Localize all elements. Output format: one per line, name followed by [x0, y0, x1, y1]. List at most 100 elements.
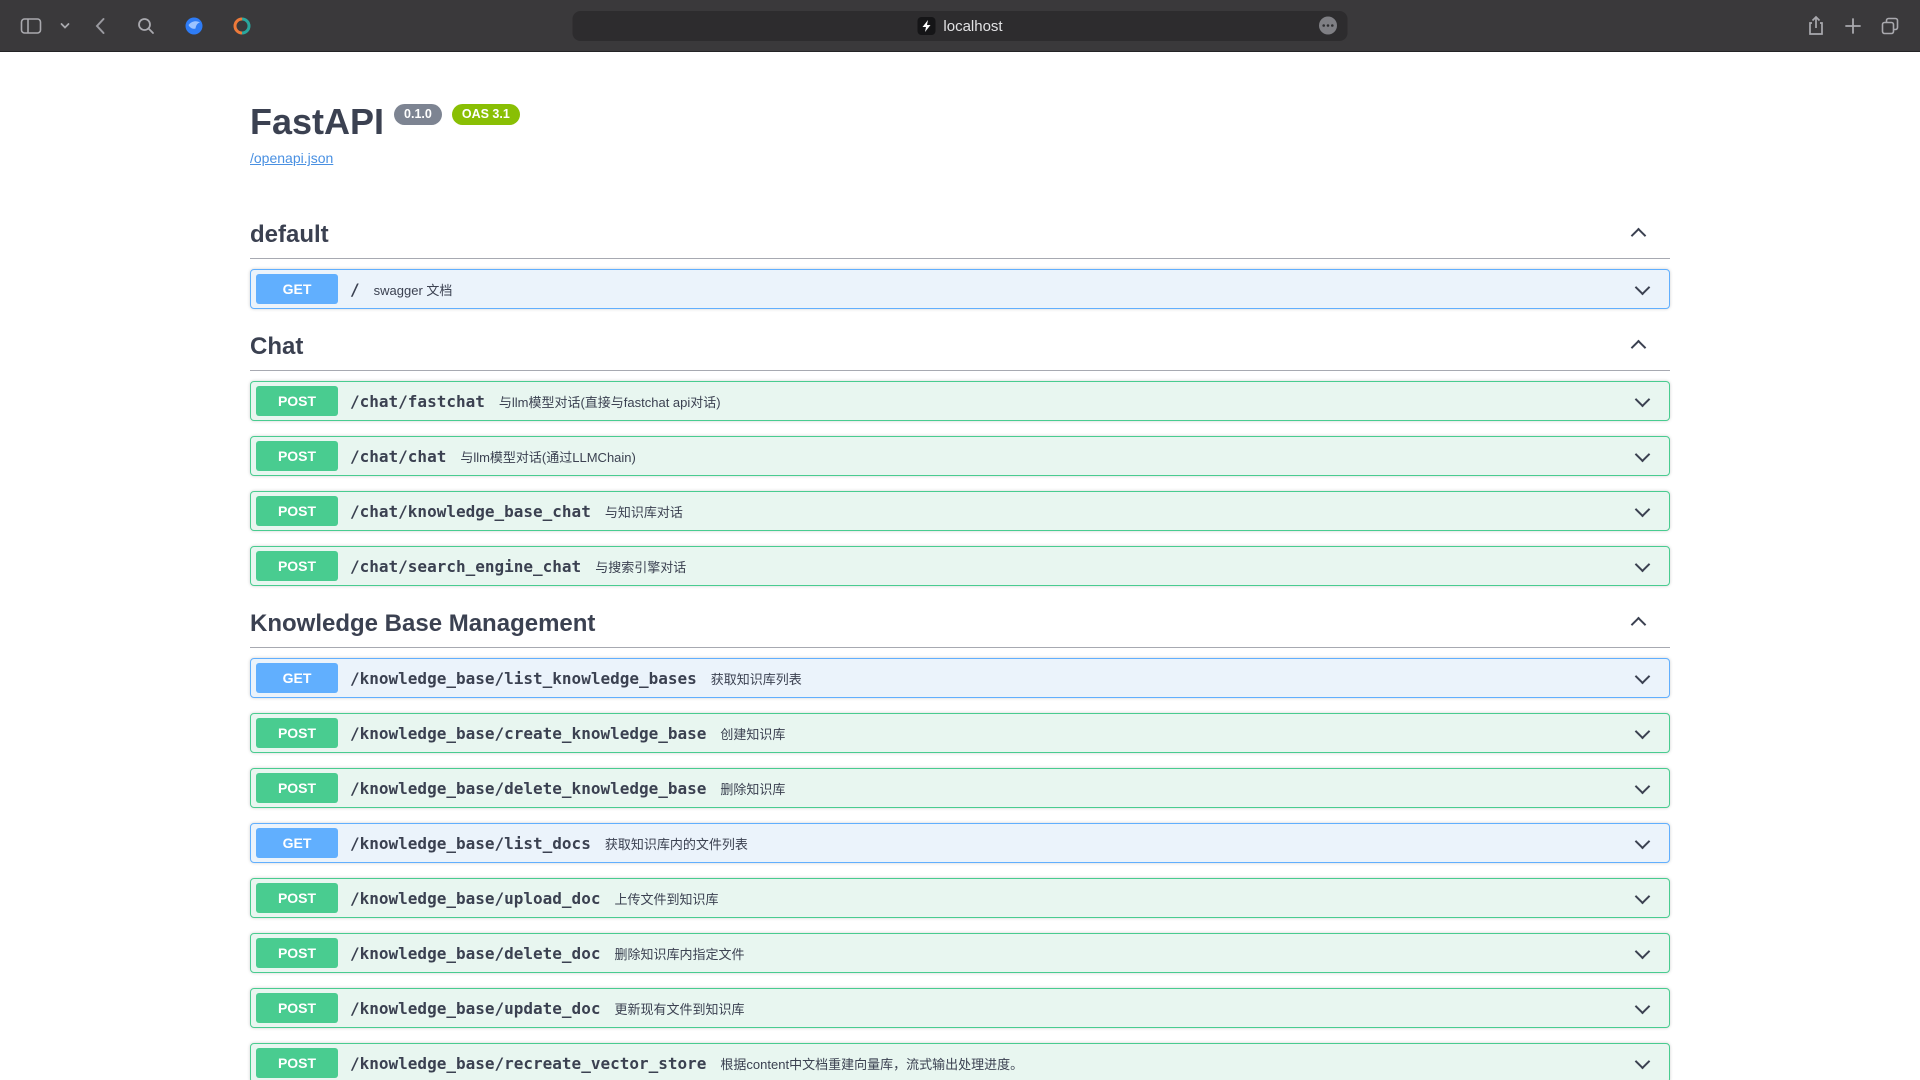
method-badge: GET [256, 663, 338, 693]
expand-operation-icon[interactable] [1637, 724, 1648, 742]
method-badge: POST [256, 496, 338, 526]
section-header[interactable]: Chat [250, 324, 1670, 371]
operation-description: swagger 文档 [374, 280, 453, 299]
expand-operation-icon[interactable] [1637, 779, 1648, 797]
operation-description: 与llm模型对话(通过LLMChain) [460, 447, 636, 466]
collapse-section-icon[interactable] [1633, 613, 1644, 635]
blue-bird-extension-icon[interactable] [184, 16, 204, 36]
operation-path: /knowledge_base/delete_doc [350, 944, 600, 963]
operation-description: 创建知识库 [720, 724, 785, 743]
sidebar-toggle-icon[interactable] [20, 16, 42, 36]
back-icon[interactable] [94, 16, 106, 36]
chevron-down-icon[interactable] [60, 22, 70, 30]
record-extension-icon[interactable] [232, 16, 252, 36]
share-icon[interactable] [1806, 15, 1826, 37]
operation-path: /chat/search_engine_chat [350, 557, 581, 576]
api-info: FastAPI 0.1.0 OAS 3.1 /openapi.json [250, 100, 1670, 168]
api-section: Knowledge Base Management GET /knowledge… [250, 601, 1670, 1080]
method-badge: POST [256, 993, 338, 1023]
operation-description: 获取知识库列表 [711, 669, 802, 688]
url-text: localhost [943, 18, 1002, 35]
expand-operation-icon[interactable] [1637, 889, 1648, 907]
swagger-page: FastAPI 0.1.0 OAS 3.1 /openapi.json defa… [0, 52, 1920, 1080]
openapi-json-link[interactable]: /openapi.json [250, 150, 333, 166]
operation-description: 根据content中文档重建向量库，流式输出处理进度。 [720, 1054, 1023, 1073]
operation-row[interactable]: GET /knowledge_base/list_knowledge_bases… [250, 658, 1670, 698]
operation-path: /knowledge_base/list_docs [350, 834, 591, 853]
toolbar-left-group [20, 16, 252, 36]
operation-description: 与知识库对话 [605, 502, 683, 521]
operation-path: /knowledge_base/update_doc [350, 999, 600, 1018]
operation-row[interactable]: GET / swagger 文档 [250, 269, 1670, 309]
operations: POST /chat/fastchat 与llm模型对话(直接与fastchat… [250, 371, 1670, 586]
operation-path: /chat/fastchat [350, 392, 485, 411]
method-badge: POST [256, 938, 338, 968]
tab-overview-icon[interactable] [1880, 16, 1900, 36]
expand-operation-icon[interactable] [1637, 280, 1648, 298]
expand-operation-icon[interactable] [1637, 447, 1648, 465]
operation-row[interactable]: POST /knowledge_base/delete_knowledge_ba… [250, 768, 1670, 808]
operation-row[interactable]: POST /knowledge_base/delete_doc 删除知识库内指定… [250, 933, 1670, 973]
expand-operation-icon[interactable] [1637, 834, 1648, 852]
operation-path: /knowledge_base/recreate_vector_store [350, 1054, 706, 1073]
sections: default GET / swagger 文档 Chat POST /chat… [250, 212, 1670, 1080]
expand-operation-icon[interactable] [1637, 669, 1648, 687]
operation-path: /knowledge_base/list_knowledge_bases [350, 669, 697, 688]
method-badge: POST [256, 718, 338, 748]
expand-operation-icon[interactable] [1637, 502, 1648, 520]
operation-description: 获取知识库内的文件列表 [605, 834, 748, 853]
operation-row[interactable]: POST /knowledge_base/recreate_vector_sto… [250, 1043, 1670, 1080]
section-title: Knowledge Base Management [250, 609, 595, 639]
operation-row[interactable]: POST /knowledge_base/upload_doc 上传文件到知识库 [250, 878, 1670, 918]
operation-path: /chat/chat [350, 447, 446, 466]
operation-description: 更新现有文件到知识库 [614, 999, 744, 1018]
section-title: Chat [250, 332, 303, 362]
toolbar-right-group [1806, 15, 1900, 37]
operation-row[interactable]: POST /knowledge_base/create_knowledge_ba… [250, 713, 1670, 753]
operations: GET /knowledge_base/list_knowledge_bases… [250, 648, 1670, 1080]
method-badge: POST [256, 441, 338, 471]
section-header[interactable]: default [250, 212, 1670, 259]
section-title: default [250, 220, 329, 250]
address-bar[interactable]: localhost [573, 11, 1348, 41]
method-badge: POST [256, 1048, 338, 1078]
expand-operation-icon[interactable] [1637, 944, 1648, 962]
operation-description: 上传文件到知识库 [614, 889, 718, 908]
method-badge: POST [256, 773, 338, 803]
page-title: FastAPI [250, 100, 384, 144]
operation-description: 删除知识库 [720, 779, 785, 798]
operation-description: 与llm模型对话(直接与fastchat api对话) [499, 392, 721, 411]
operation-description: 与搜索引擎对话 [595, 557, 686, 576]
method-badge: POST [256, 386, 338, 416]
collapse-section-icon[interactable] [1633, 336, 1644, 358]
operation-row[interactable]: POST /chat/chat 与llm模型对话(通过LLMChain) [250, 436, 1670, 476]
api-section: Chat POST /chat/fastchat 与llm模型对话(直接与fas… [250, 324, 1670, 586]
operation-path: /knowledge_base/create_knowledge_base [350, 724, 706, 743]
section-header[interactable]: Knowledge Base Management [250, 601, 1670, 648]
expand-operation-icon[interactable] [1637, 557, 1648, 575]
operation-row[interactable]: GET /knowledge_base/list_docs 获取知识库内的文件列… [250, 823, 1670, 863]
collapse-section-icon[interactable] [1633, 224, 1644, 246]
operations: GET / swagger 文档 [250, 259, 1670, 309]
method-badge: GET [256, 828, 338, 858]
oas-badge: OAS 3.1 [452, 104, 520, 125]
browser-toolbar: localhost [0, 0, 1920, 52]
version-badge: 0.1.0 [394, 104, 442, 125]
expand-operation-icon[interactable] [1637, 999, 1648, 1017]
operation-description: 删除知识库内指定文件 [614, 944, 744, 963]
new-tab-icon[interactable] [1844, 17, 1862, 35]
api-section: default GET / swagger 文档 [250, 212, 1670, 309]
expand-operation-icon[interactable] [1637, 1054, 1648, 1072]
page-options-icon[interactable] [1318, 15, 1339, 36]
site-favicon-icon [917, 17, 935, 35]
operation-path: /knowledge_base/delete_knowledge_base [350, 779, 706, 798]
operation-row[interactable]: POST /chat/knowledge_base_chat 与知识库对话 [250, 491, 1670, 531]
method-badge: GET [256, 274, 338, 304]
operation-row[interactable]: POST /knowledge_base/update_doc 更新现有文件到知… [250, 988, 1670, 1028]
expand-operation-icon[interactable] [1637, 392, 1648, 410]
search-icon[interactable] [136, 16, 156, 36]
method-badge: POST [256, 551, 338, 581]
operation-row[interactable]: POST /chat/search_engine_chat 与搜索引擎对话 [250, 546, 1670, 586]
operation-path: /chat/knowledge_base_chat [350, 502, 591, 521]
operation-row[interactable]: POST /chat/fastchat 与llm模型对话(直接与fastchat… [250, 381, 1670, 421]
